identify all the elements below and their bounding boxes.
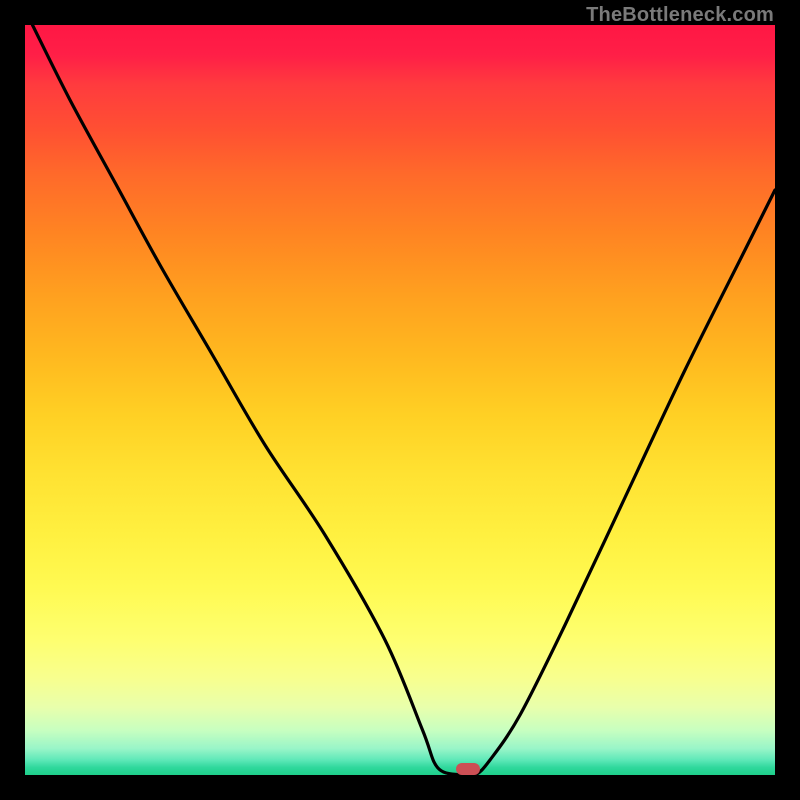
chart-container: TheBottleneck.com: [0, 0, 800, 800]
plot-area: [25, 25, 775, 775]
watermark-text: TheBottleneck.com: [586, 4, 774, 27]
optimal-point-marker: [456, 763, 480, 775]
bottleneck-curve: [25, 25, 775, 775]
